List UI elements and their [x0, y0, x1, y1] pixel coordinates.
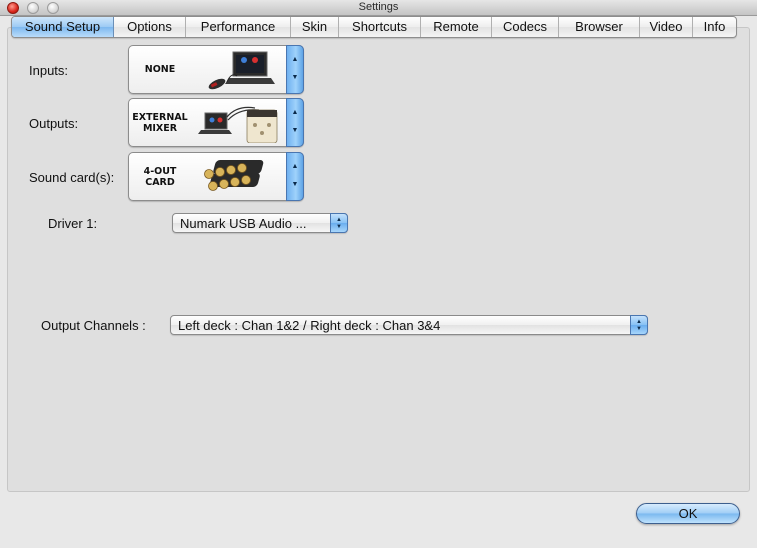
- sound-cards-selector[interactable]: 4-OUT CARD ▲ ▼: [128, 152, 304, 201]
- tab-browser[interactable]: Browser: [559, 17, 640, 37]
- outputs-value: EXTERNAL MIXER: [132, 111, 188, 134]
- sound-cards-label: Sound card(s):: [29, 170, 115, 185]
- inputs-stepper[interactable]: ▲ ▼: [286, 45, 304, 94]
- outputs-selector[interactable]: EXTERNAL MIXER ▲ ▼: [128, 98, 304, 147]
- ok-button[interactable]: OK: [636, 503, 740, 524]
- arrow-up-icon[interactable]: ▲: [287, 56, 303, 63]
- driver-select[interactable]: Numark USB Audio ... ▲ ▼: [172, 213, 348, 233]
- tab-options[interactable]: Options: [114, 17, 186, 37]
- outputs-label: Outputs:: [29, 116, 79, 131]
- tab-codecs[interactable]: Codecs: [492, 17, 559, 37]
- rca-connectors-icon: [204, 160, 264, 191]
- arrow-down-icon[interactable]: ▼: [287, 74, 303, 81]
- updown-arrows-icon: ▲ ▼: [330, 213, 348, 233]
- output-channels-label: Output Channels :: [41, 318, 146, 333]
- arrow-down-icon[interactable]: ▼: [287, 181, 303, 188]
- tab-video[interactable]: Video: [640, 17, 693, 37]
- arrow-up-icon[interactable]: ▲: [287, 109, 303, 116]
- laptop-and-mixer-icon: [198, 106, 278, 143]
- tab-bar: Sound Setup Options Performance Skin Sho…: [11, 16, 737, 38]
- arrow-down-icon[interactable]: ▼: [287, 127, 303, 134]
- title-bar: Settings: [0, 0, 757, 16]
- tab-skin[interactable]: Skin: [291, 17, 339, 37]
- output-channels-select[interactable]: Left deck : Chan 1&2 / Right deck : Chan…: [170, 315, 648, 335]
- window-title: Settings: [358, 1, 399, 13]
- tab-remote[interactable]: Remote: [421, 17, 492, 37]
- output-channels-value: Left deck : Chan 1&2 / Right deck : Chan…: [178, 318, 441, 333]
- inputs-value: NONE: [144, 64, 176, 75]
- tab-info[interactable]: Info: [693, 17, 736, 37]
- inputs-selector[interactable]: NONE ▲ ▼: [128, 45, 304, 94]
- tab-shortcuts[interactable]: Shortcuts: [339, 17, 421, 37]
- inputs-label: Inputs:: [29, 63, 69, 78]
- tab-sound-setup[interactable]: Sound Setup: [12, 17, 114, 37]
- updown-arrows-icon: ▲ ▼: [630, 315, 648, 335]
- outputs-stepper[interactable]: ▲ ▼: [286, 98, 304, 147]
- driver-label: Driver 1:: [48, 216, 98, 231]
- settings-panel: [7, 27, 750, 492]
- tab-performance[interactable]: Performance: [186, 17, 291, 37]
- laptop-with-mouse-icon: [208, 51, 275, 90]
- arrow-up-icon[interactable]: ▲: [287, 163, 303, 170]
- driver-value: Numark USB Audio ...: [180, 216, 307, 231]
- sound-cards-stepper[interactable]: ▲ ▼: [286, 152, 304, 201]
- sound-cards-value: 4-OUT CARD: [143, 165, 177, 188]
